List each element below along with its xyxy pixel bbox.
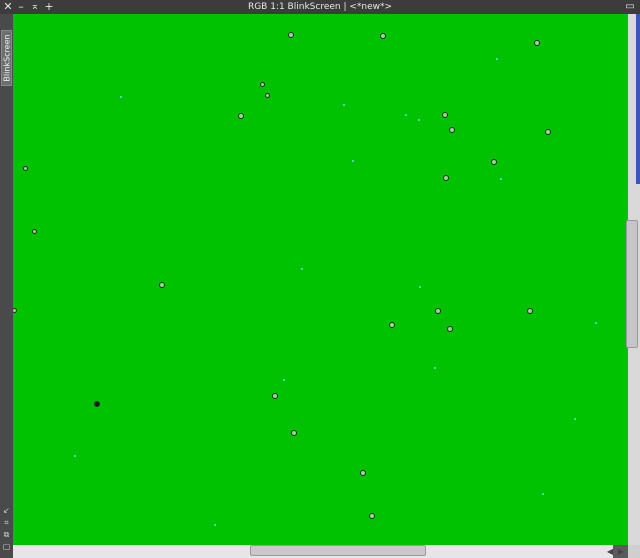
noise-speck	[301, 268, 303, 270]
noise-speck	[419, 286, 421, 288]
star-marker	[288, 32, 294, 38]
star-marker	[435, 308, 441, 314]
noise-speck	[283, 379, 285, 381]
noise-speck	[74, 455, 76, 457]
star-marker	[159, 282, 165, 288]
noise-speck	[595, 322, 597, 324]
noise-speck	[500, 178, 502, 180]
image-canvas[interactable]	[13, 14, 628, 545]
frame-icon[interactable]: ▢	[2, 542, 11, 551]
star-marker	[442, 112, 448, 118]
scroll-corner	[628, 545, 640, 558]
star-marker	[291, 430, 297, 436]
star-marker	[31, 228, 37, 234]
noise-speck	[496, 58, 498, 60]
star-marker	[259, 81, 265, 87]
tab-blinkscreen-label: BlinkScreen	[2, 34, 11, 82]
scroll-left-icon[interactable]: ◀	[605, 545, 615, 558]
star-marker	[449, 127, 455, 133]
fit-icon[interactable]: ⌗	[2, 518, 11, 527]
noise-speck	[574, 418, 576, 420]
noise-speck	[352, 160, 354, 162]
left-sidebar: BlinkScreen ↙ ⌗ ⧉ ▢	[0, 14, 13, 558]
adjacent-pane-edge	[636, 14, 640, 184]
star-marker	[360, 470, 366, 476]
star-marker	[272, 393, 278, 399]
tab-blinkscreen[interactable]: BlinkScreen	[1, 30, 12, 86]
star-marker	[264, 92, 270, 98]
star-marker	[527, 308, 533, 314]
noise-speck	[214, 524, 216, 526]
star-marker	[380, 33, 386, 39]
clone-icon[interactable]: ⧉	[2, 530, 11, 539]
star-marker	[447, 326, 453, 332]
star-marker	[94, 401, 100, 407]
noise-speck	[343, 104, 345, 106]
star-marker	[443, 175, 449, 181]
star-marker	[238, 113, 244, 119]
arrow-icon[interactable]: ↙	[2, 506, 11, 515]
title-bar: ✕ – ⌅ + RGB 1:1 BlinkScreen | <*new*> ▭	[0, 0, 640, 14]
restore-icon[interactable]: ▭	[624, 0, 636, 14]
noise-speck	[434, 367, 436, 369]
noise-speck	[542, 493, 544, 495]
star-marker	[389, 322, 395, 328]
window-title: RGB 1:1 BlinkScreen | <*new*>	[247, 2, 393, 12]
vertical-scroll-thumb[interactable]	[626, 220, 638, 348]
noise-speck	[120, 96, 122, 98]
star-marker	[491, 159, 497, 165]
star-marker	[22, 165, 28, 171]
noise-speck	[405, 114, 407, 116]
star-marker	[369, 513, 375, 519]
star-marker	[534, 40, 540, 46]
star-marker	[13, 307, 17, 313]
horizontal-scroll-thumb[interactable]	[250, 545, 426, 556]
star-marker	[545, 129, 551, 135]
scroll-right-icon[interactable]: ▶	[616, 545, 626, 558]
noise-speck	[418, 119, 420, 121]
